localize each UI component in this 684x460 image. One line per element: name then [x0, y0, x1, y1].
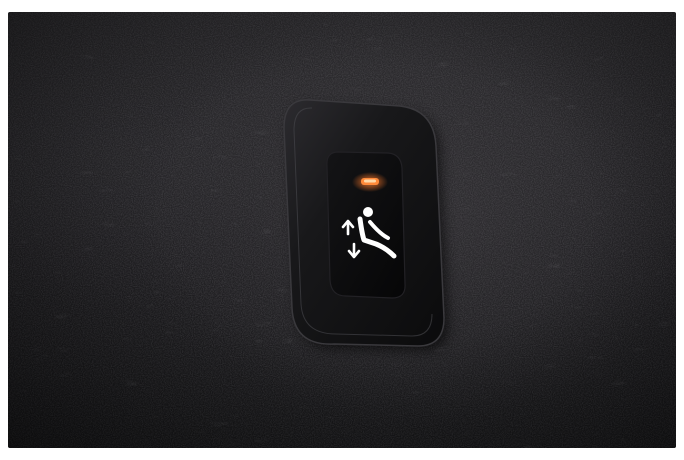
carpet-panel-photo	[8, 12, 676, 448]
status-led-icon	[352, 172, 388, 192]
image-frame	[0, 0, 684, 460]
seat-button-assembly	[283, 99, 448, 350]
